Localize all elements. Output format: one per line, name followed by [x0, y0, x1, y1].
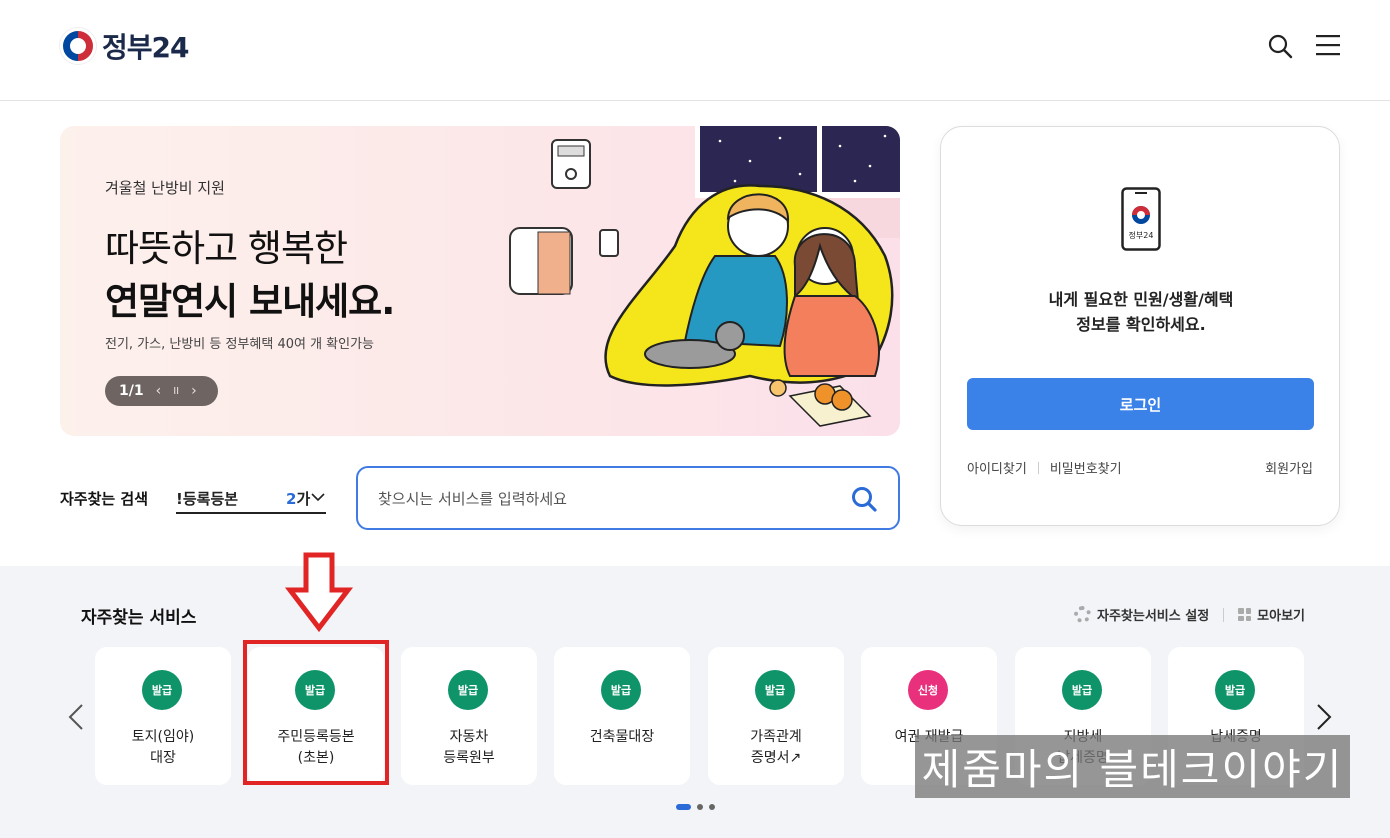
- service-card[interactable]: 발급자동차 등록원부: [401, 647, 537, 785]
- toolbar-divider: [1223, 607, 1225, 622]
- service-badge: 발급: [755, 670, 795, 710]
- search-icon[interactable]: [1267, 33, 1293, 59]
- service-name: 토지(임야) 대장: [131, 729, 195, 766]
- find-id-link[interactable]: 아이디찾기: [967, 458, 1027, 477]
- login-button[interactable]: 로그인: [967, 378, 1314, 430]
- banner-eyebrow: 겨울철 난방비 지원: [105, 179, 225, 197]
- service-card[interactable]: 발급토지(임야) 대장: [95, 647, 231, 785]
- search-submit-icon[interactable]: [850, 485, 878, 513]
- service-name: 자동차 등록원부: [443, 729, 495, 766]
- logo-text: 정부24: [102, 31, 189, 64]
- frequent-services-title: 자주찾는 서비스: [81, 608, 197, 628]
- banner-pager: 1/1 ‹ II ›: [105, 376, 218, 406]
- chevron-right-icon[interactable]: [1316, 703, 1332, 731]
- service-name: 건축물대장: [589, 729, 655, 745]
- favorite-search-label: 자주찾는 검색: [60, 490, 149, 508]
- service-search-box: [356, 466, 900, 530]
- service-badge: 발급: [1062, 670, 1102, 710]
- ticker-rank: 2가: [286, 488, 310, 509]
- service-badge: 발급: [601, 670, 641, 710]
- banner-pause-button[interactable]: II: [173, 386, 179, 397]
- site-header: 정부24: [0, 0, 1390, 101]
- hamburger-menu-icon[interactable]: [1316, 34, 1340, 56]
- login-message: 내게 필요한 민원/생활/혜택 정보를 확인하세요.: [941, 287, 1341, 337]
- login-message-line2: 정보를 확인하세요.: [1076, 315, 1206, 334]
- favorite-search-ticker[interactable]: !등록등본 2가: [176, 478, 326, 514]
- service-badge: 신청: [908, 670, 948, 710]
- gov24-logo[interactable]: 정부24: [60, 26, 189, 66]
- taegeuk-emblem-icon: [60, 28, 96, 64]
- highlight-box-annotation: [243, 640, 389, 785]
- grid-icon: [1238, 608, 1252, 621]
- carousel-dot[interactable]: [697, 804, 703, 810]
- services-toolbar: 자주찾는서비스 설정 모아보기: [1074, 605, 1305, 624]
- service-badge: 발급: [142, 670, 182, 710]
- login-links: 아이디찾기 비밀번호찾기: [967, 458, 1122, 477]
- login-card: 정부24 내게 필요한 민원/생활/혜택 정보를 확인하세요. 로그인 아이디찾…: [940, 126, 1340, 526]
- carousel-dot-active[interactable]: [676, 804, 691, 810]
- service-card[interactable]: 발급건축물대장: [554, 647, 690, 785]
- login-message-line1: 내게 필요한 민원/생활/혜택: [1048, 290, 1234, 309]
- link-divider: [1037, 461, 1039, 474]
- carousel-dots: [676, 804, 715, 810]
- chevron-left-icon[interactable]: [68, 703, 84, 731]
- ticker-keyword[interactable]: !등록등본: [176, 488, 238, 509]
- red-arrow-annotation: [284, 552, 354, 632]
- view-all-link[interactable]: 모아보기: [1257, 605, 1305, 624]
- service-name: 가족관계 증명서↗: [750, 729, 802, 766]
- find-password-link[interactable]: 비밀번호찾기: [1050, 458, 1122, 477]
- ticker-rank-number: 2: [286, 490, 297, 508]
- banner-prev-button[interactable]: ‹: [156, 383, 162, 399]
- hero-banner[interactable]: 겨울철 난방비 지원 따뜻하고 행복한 연말연시 보내세요. 전기, 가스, 난…: [60, 126, 900, 436]
- banner-page-count: 1/1: [119, 383, 144, 399]
- banner-description: 전기, 가스, 난방비 등 정부혜택 40여 개 확인가능: [105, 337, 375, 352]
- banner-title-line1: 따뜻하고 행복한: [105, 227, 348, 270]
- banner-next-button[interactable]: ›: [191, 383, 197, 399]
- mobile-gov24-icon: 정부24: [1121, 187, 1161, 251]
- signup-link[interactable]: 회원가입: [1265, 458, 1313, 477]
- ticker-rank-rest: 가: [296, 490, 311, 508]
- carousel-dot[interactable]: [709, 804, 715, 810]
- services-settings-link[interactable]: 자주찾는서비스 설정: [1097, 605, 1209, 624]
- service-badge: 발급: [1215, 670, 1255, 710]
- banner-illustration: [509, 126, 900, 427]
- chevron-down-icon[interactable]: [311, 493, 325, 501]
- gear-icon: [1074, 606, 1091, 623]
- phone-label: 정부24: [1129, 230, 1154, 240]
- service-card[interactable]: 발급가족관계 증명서↗: [708, 647, 844, 785]
- banner-title-line2: 연말연시 보내세요.: [105, 280, 395, 323]
- service-badge: 발급: [448, 670, 488, 710]
- service-search-input[interactable]: [378, 486, 828, 512]
- blog-watermark: 제줌마의 블테크이야기: [915, 735, 1350, 798]
